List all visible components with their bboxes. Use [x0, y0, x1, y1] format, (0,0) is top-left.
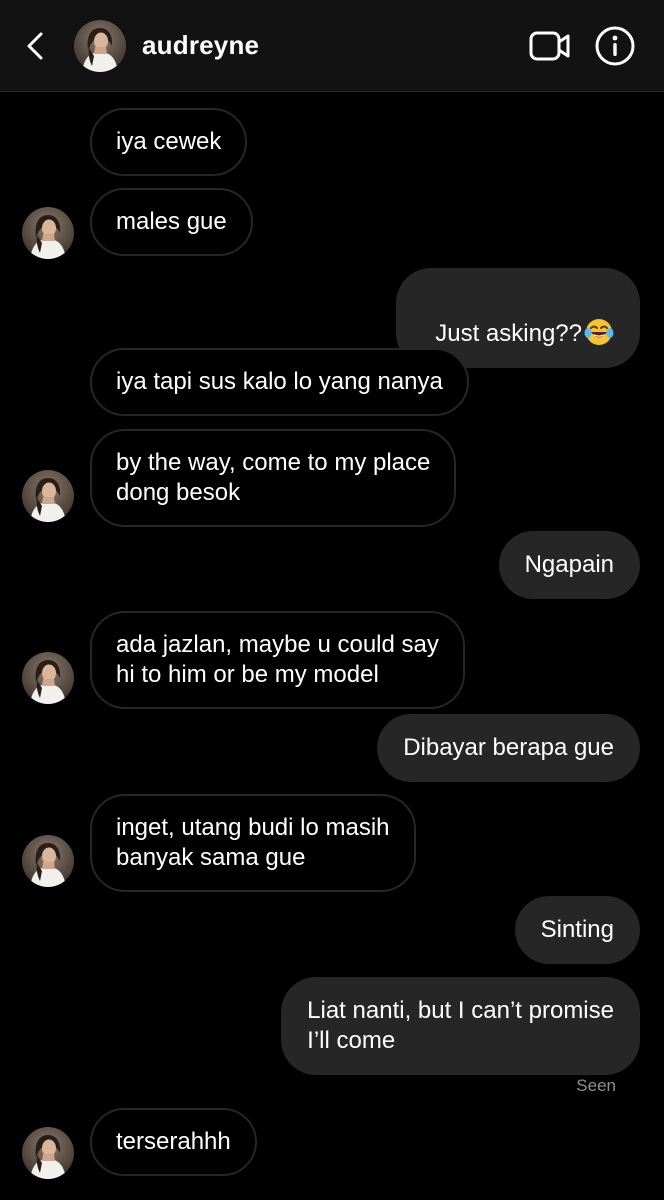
avatar[interactable]	[22, 470, 74, 522]
avatar[interactable]	[22, 207, 74, 259]
message-incoming[interactable]: males gue	[90, 188, 253, 256]
message-outgoing[interactable]: Ngapain	[498, 531, 640, 599]
info-icon	[595, 26, 635, 66]
message-text: Just asking??	[435, 320, 582, 347]
message-outgoing[interactable]: Dibayar berapa gue	[377, 714, 640, 782]
message-incoming[interactable]: ada jazlan, maybe u could say hi to him …	[90, 611, 465, 709]
message-incoming[interactable]: by the way, come to my place dong besok	[90, 429, 457, 527]
info-button[interactable]	[594, 25, 636, 67]
message-incoming[interactable]: iya tapi sus kalo lo yang nanya	[90, 348, 469, 416]
avatar[interactable]	[22, 835, 74, 887]
back-button[interactable]	[18, 26, 54, 66]
chat-header: audreyne	[0, 0, 664, 92]
message-incoming[interactable]: iya cewek	[90, 108, 248, 176]
username[interactable]: audreyne	[142, 30, 259, 61]
message-outgoing[interactable]: Sinting	[514, 896, 640, 964]
video-call-button[interactable]	[528, 28, 572, 64]
laughing-tears-emoji	[584, 319, 614, 345]
header-avatar[interactable]	[74, 20, 126, 72]
chevron-left-icon	[27, 32, 43, 60]
avatar[interactable]	[22, 652, 74, 704]
video-camera-icon	[529, 31, 570, 61]
message-incoming[interactable]: inget, utang budi lo masih banyak sama g…	[90, 794, 416, 892]
message-incoming[interactable]: terserahhh	[90, 1108, 257, 1176]
message-outgoing[interactable]: Liat nanti, but I can’t promise I’ll com…	[281, 977, 640, 1075]
seen-status: Seen	[576, 1076, 616, 1095]
avatar[interactable]	[22, 1127, 74, 1179]
